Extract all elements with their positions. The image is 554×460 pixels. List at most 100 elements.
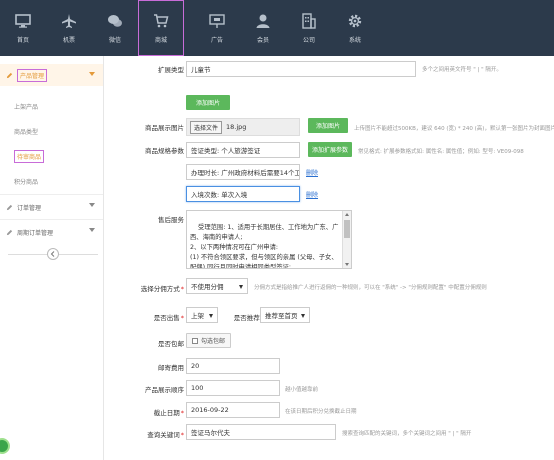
pencil-icon [6,204,13,211]
nav-item-mall[interactable]: 商城 [138,0,184,56]
sidebar-group-label: 订单管理 [17,204,42,212]
commission-select[interactable]: 不使用分佣 [186,278,248,294]
sidebar-item-points[interactable]: 积分商品 [0,169,103,194]
nav-label: 广告 [210,36,223,44]
sidebar-collapse-button[interactable] [47,248,59,260]
delete-spec-link[interactable]: 删除 [306,190,318,199]
ext-type-input[interactable]: 儿童节 [186,61,416,77]
spec-label: 商品规格参数 [145,147,184,155]
spec-input-1[interactable]: 签证类型: 个人旅游签证 [186,142,300,158]
sidebar: 产品管理 上架产品 商品类型 待审商品 积分商品 订单管理 周期订单管理 [0,56,104,460]
sort-label: 产品展示顺序 [145,386,184,394]
chevron-down-icon [89,203,95,207]
after-sale-text: 受理范围: 1、适用于长期居住、工作地为广东、广西、海南的申请人; 2、以下两种… [190,224,339,269]
ext-type-hint: 多个之间用英文符号 " | " 隔开。 [422,67,502,73]
add-image-button[interactable]: 添加图片 [308,118,348,133]
nav-item-flights[interactable]: 机票 [46,0,92,56]
user-icon [255,13,271,29]
on-sale-select[interactable]: 上架 [186,307,218,323]
plane-icon [61,13,77,29]
sidebar-item-types[interactable]: 商品类型 [0,119,103,144]
required-mark: * [180,314,184,322]
wechat-icon [107,13,123,29]
free-ship-checkbox-label: 勾选包邮 [201,338,226,345]
required-mark: * [180,409,184,417]
delete-spec-link[interactable]: 删除 [306,168,318,177]
deadline-label-text: 截止日期 [153,409,180,417]
billboard-icon [209,13,225,29]
product-image-hint: 上传图片不能超过500KB，建议 640 (宽) * 240 (高)，默认第一张… [354,126,554,132]
sidebar-group-cycle-orders[interactable]: 周期订单管理 [0,220,103,244]
scroll-thumb[interactable] [344,220,350,238]
spec-input-2[interactable]: 办理时长: 广州政府材料后需要14个工作日 [186,164,300,180]
required-mark: * [180,431,184,439]
postage-label: 邮寄费用 [158,364,184,372]
recommend-label-text: 是否推荐 [233,314,260,322]
deadline-label: 截止日期* [114,407,184,417]
nav-label: 微信 [108,36,121,44]
required-mark: * [180,285,184,293]
chevron-left-icon [50,251,55,257]
sidebar-item-label: 积分商品 [14,179,39,186]
commission-hint: 分佣方式是指给推广人进行返佣的一种规则，可以在 "系统" -> "分佣规则配置"… [254,285,487,291]
nav-item-members[interactable]: 会员 [240,0,286,56]
caret-down-icon [301,314,305,318]
sort-input[interactable]: 100 [186,380,280,396]
free-ship-checkbox[interactable]: 勾选包邮 [186,333,232,348]
choose-file-button[interactable]: 选择文件 [190,120,223,134]
sidebar-item-pending[interactable]: 待审商品 [0,144,103,169]
pencil-icon [6,229,13,236]
postage-input[interactable]: 20 [186,358,280,374]
nav-item-ads[interactable]: 广告 [194,0,240,56]
nav-label: 公司 [302,36,315,44]
sort-hint: 越小值越靠前 [285,387,319,393]
add-image-button-top[interactable]: 添加图片 [186,95,230,110]
recommend-value: 推荐至首页 [265,312,298,320]
spec-input-3[interactable]: 入境次数: 单次入境 [186,186,300,202]
keyword-label: 查询关键词* [114,429,184,439]
scroll-down-icon[interactable] [345,263,349,266]
nav-label: 商城 [154,36,167,44]
keyword-input[interactable]: 签证马尔代夫 [186,424,336,440]
product-image-label: 商品展示图片 [145,124,184,132]
on-sale-label: 是否出售* [114,312,184,322]
nav-item-company[interactable]: 公司 [286,0,332,56]
product-form: 扩展类型 儿童节 多个之间用英文符号 " | " 隔开。 添加图片 商品展示图片… [104,56,554,460]
cart-icon [153,13,169,29]
pencil-icon [6,72,13,79]
caret-down-icon [239,285,243,289]
monitor-icon [15,13,31,29]
sidebar-item-label: 商品类型 [14,129,39,136]
sidebar-item-listed[interactable]: 上架产品 [0,94,103,119]
scroll-up-icon[interactable] [345,213,349,216]
spec-hint: 常见格式: 扩展参数格式如: 属性名: 属性值；例如: 型号: VE09-098 [358,149,524,155]
sidebar-group-label: 周期订单管理 [17,229,54,237]
deadline-input[interactable]: 2016-09-22 [186,402,280,418]
after-sale-textarea[interactable]: 受理范围: 1、适用于长期居住、工作地为广东、广西、海南的申请人; 2、以下两种… [186,210,352,269]
sidebar-group-product[interactable]: 产品管理 [0,64,103,86]
add-spec-button[interactable]: 添加扩展参数 [308,142,352,157]
nav-item-system[interactable]: 系统 [332,0,378,56]
gear-icon [347,13,363,29]
textarea-scrollbar[interactable] [342,211,351,268]
commission-label: 选择分佣方式* [114,283,184,293]
caret-down-icon [209,314,213,318]
building-icon [301,12,317,29]
top-nav: 首页 机票 微信 商城 广告 会员 公司 系统 [0,0,554,56]
chevron-down-icon [89,72,95,76]
sidebar-group-label: 产品管理 [17,68,48,82]
nav-item-wechat[interactable]: 微信 [92,0,138,56]
on-sale-value: 上架 [191,312,204,320]
chevron-down-icon [89,228,95,232]
deadline-hint: 在该日期后积分兑换截止日期 [285,409,357,415]
recommend-select[interactable]: 推荐至首页 [260,307,310,323]
nav-label: 首页 [16,36,29,44]
nav-item-home[interactable]: 首页 [0,0,46,56]
keyword-hint: 搜索查询匹配的关键词，多个关键词之间用 " | " 隔开 [342,431,472,437]
recommend-label: 是否推荐* [222,312,264,322]
nav-label: 机票 [62,36,75,44]
checkbox-icon [192,337,198,344]
sidebar-group-orders[interactable]: 订单管理 [0,195,103,219]
commission-label-text: 选择分佣方式 [140,285,180,293]
on-sale-label-text: 是否出售 [153,314,180,322]
